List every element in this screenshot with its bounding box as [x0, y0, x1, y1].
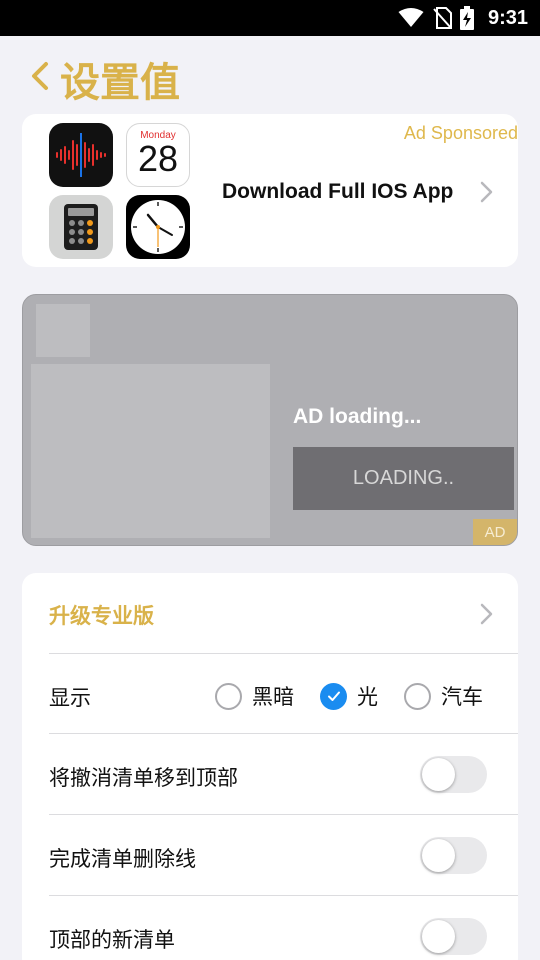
setting-label: 完成清单删除线	[49, 847, 196, 871]
ad-loading-text: AD loading...	[293, 405, 422, 428]
radio-car[interactable]: 汽车	[404, 681, 483, 711]
radio-circle[interactable]	[215, 682, 242, 710]
setting-label: 顶部的新清单	[49, 928, 175, 952]
upgrade-pro-label: 升级专业版	[49, 604, 154, 628]
calendar-date: 28	[137, 138, 179, 179]
header: 设置值	[0, 36, 540, 114]
radio-light[interactable]: 光	[320, 681, 378, 711]
ad-sponsored-label: Ad Sponsored	[403, 123, 518, 143]
download-app-card[interactable]: Monday 28 Ad Sponsored Download Full IOS…	[22, 114, 518, 267]
toggle-switch[interactable]	[420, 837, 487, 874]
status-icons: 9:31	[398, 5, 528, 31]
status-bar: 9:31	[0, 0, 540, 36]
download-app-text[interactable]: Download Full IOS App	[222, 180, 453, 204]
checkmark-icon	[327, 691, 340, 701]
radio-light-label: 光	[357, 685, 378, 709]
clock-icon	[126, 195, 190, 259]
toggle-switch[interactable]	[420, 756, 487, 793]
setting-row-new-list-top: 顶部的新清单	[22, 896, 518, 960]
display-mode-row: 显示 黑暗 光 汽车	[22, 654, 518, 734]
setting-row-strikethrough: 完成清单删除线	[22, 815, 518, 896]
ad-image-placeholder-large	[31, 364, 270, 538]
ad-tag-badge: AD	[473, 519, 517, 545]
toggle-knob	[422, 839, 455, 872]
battery-charging-icon	[459, 6, 474, 30]
wifi-icon	[398, 8, 424, 27]
chevron-right-icon	[480, 603, 493, 625]
toggle-knob	[422, 920, 455, 953]
ad-banner[interactable]: AD loading... LOADING.. AD	[22, 294, 518, 546]
radio-circle[interactable]	[404, 682, 431, 710]
toggle-switch[interactable]	[420, 918, 487, 955]
voice-memos-icon	[49, 123, 113, 187]
toggle-knob	[422, 758, 455, 791]
radio-circle-checked[interactable]	[320, 682, 347, 710]
radio-car-label: 汽车	[441, 685, 483, 709]
radio-dark[interactable]: 黑暗	[215, 681, 294, 711]
settings-card: 升级专业版 显示 黑暗 光 汽车 将撤消清单移到顶部 完成清单删除线 顶部的新清…	[22, 573, 518, 960]
radio-dark-label: 黑暗	[252, 685, 294, 709]
calculator-icon	[49, 195, 113, 259]
page-title: 设置值	[60, 60, 180, 106]
upgrade-pro-row[interactable]: 升级专业版	[22, 573, 518, 654]
clock-time: 9:31	[487, 6, 528, 29]
no-sim-icon	[433, 7, 452, 29]
back-chevron-icon[interactable]	[26, 58, 56, 94]
display-label: 显示	[49, 686, 91, 710]
chevron-right-icon	[480, 181, 493, 203]
setting-row-move-undo-top: 将撤消清单移到顶部	[22, 734, 518, 815]
ad-image-placeholder-small	[36, 304, 90, 357]
ad-loading-button[interactable]: LOADING..	[293, 447, 514, 510]
calendar-icon: Monday 28	[126, 123, 190, 187]
setting-label: 将撤消清单移到顶部	[49, 766, 238, 790]
